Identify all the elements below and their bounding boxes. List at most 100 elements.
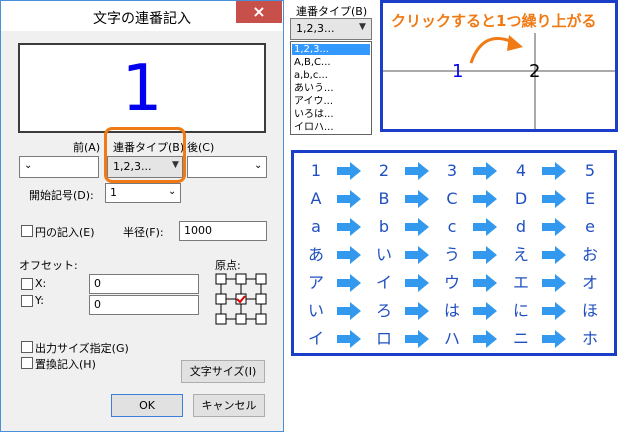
sequence-char: ロ bbox=[375, 329, 392, 348]
char-size-button[interactable]: 文字サイズ(I) bbox=[181, 360, 265, 383]
sequence-char: ハ bbox=[443, 329, 460, 348]
sequence-char: ほ bbox=[581, 301, 598, 320]
close-button[interactable]: × bbox=[236, 1, 282, 23]
right-arrow-icon bbox=[405, 218, 429, 236]
right-arrow-icon bbox=[337, 162, 361, 180]
dropdown-option[interactable]: アイウ... bbox=[292, 96, 370, 107]
dropdown-option[interactable]: イロハ... bbox=[292, 122, 370, 133]
origin-selector[interactable] bbox=[213, 271, 269, 327]
dropdown-option[interactable]: A,B,C... bbox=[292, 57, 370, 68]
right-arrow-icon bbox=[473, 302, 497, 320]
sequence-char: ろ bbox=[375, 301, 392, 320]
start-value: 1 bbox=[110, 186, 117, 199]
output-size-label: 出力サイズ指定(G) bbox=[35, 342, 129, 355]
annotation-drawing bbox=[383, 33, 615, 129]
suffix-label: 後(C) bbox=[187, 141, 215, 154]
right-arrow-icon bbox=[337, 246, 361, 264]
right-arrow-icon bbox=[337, 330, 361, 348]
right-arrow-icon bbox=[473, 218, 497, 236]
right-arrow-icon bbox=[542, 218, 566, 236]
sequence-char: e bbox=[585, 217, 595, 236]
y-input[interactable]: 0 bbox=[89, 295, 199, 315]
right-arrow-icon bbox=[542, 190, 566, 208]
sequence-examples-grid: 12345ABCDEabcdeあいうえおアイウエオいろはにほイロハニホ bbox=[291, 150, 617, 356]
sequence-char: え bbox=[512, 245, 529, 264]
right-arrow-icon bbox=[542, 162, 566, 180]
preview-panel: 1 bbox=[18, 43, 266, 133]
sequence-char: ホ bbox=[581, 329, 598, 348]
chevron-down-icon: ⌄ bbox=[24, 160, 33, 171]
dropdown-list: 1,2,3... A,B,C... a,b,c... あいう... アイウ...… bbox=[290, 41, 372, 135]
sequence-char: に bbox=[512, 301, 529, 320]
replace-label: 置換記入(H) bbox=[35, 358, 96, 371]
sequence-char: イ bbox=[375, 273, 392, 292]
sequence-char: い bbox=[307, 301, 324, 320]
sequence-char: 1 bbox=[310, 161, 322, 180]
output-size-checkbox[interactable] bbox=[21, 341, 33, 353]
sequence-char: E bbox=[584, 189, 596, 208]
sequence-char: い bbox=[375, 245, 392, 264]
sequence-char: a bbox=[311, 217, 321, 236]
x-label: X: bbox=[35, 277, 47, 290]
cancel-button[interactable]: キャンセル bbox=[193, 394, 265, 417]
preview-number: 1 bbox=[121, 52, 163, 126]
y-checkbox[interactable] bbox=[21, 295, 33, 307]
chevron-down-icon: ⌄ bbox=[168, 186, 177, 197]
right-arrow-icon bbox=[473, 274, 497, 292]
right-arrow-icon bbox=[473, 190, 497, 208]
sequence-char: C bbox=[446, 189, 458, 208]
circle-checkbox[interactable] bbox=[21, 225, 33, 237]
right-arrow-icon bbox=[337, 190, 361, 208]
replace-checkbox[interactable] bbox=[21, 357, 33, 369]
dropdown-option[interactable]: a,b,c... bbox=[292, 70, 370, 81]
sequence-char: c bbox=[447, 217, 457, 236]
sequence-char: d bbox=[515, 217, 527, 236]
sequence-char: ウ bbox=[443, 273, 460, 292]
right-arrow-icon bbox=[405, 330, 429, 348]
dropdown-combo[interactable]: 1,2,3... ▼ bbox=[290, 18, 372, 40]
sequence-char: オ bbox=[581, 273, 598, 292]
dropdown-option[interactable]: あいう... bbox=[292, 83, 370, 94]
right-arrow-icon bbox=[405, 190, 429, 208]
sequence-char: 4 bbox=[515, 161, 527, 180]
sequence-char: b bbox=[378, 217, 390, 236]
right-arrow-icon bbox=[337, 274, 361, 292]
chevron-down-icon: ⌄ bbox=[254, 160, 263, 171]
right-arrow-icon bbox=[405, 302, 429, 320]
suffix-combo[interactable]: ⌄ bbox=[187, 156, 267, 178]
dropdown-option[interactable]: 1,2,3... bbox=[292, 44, 370, 55]
right-arrow-icon bbox=[405, 274, 429, 292]
radius-input[interactable]: 1000 bbox=[179, 221, 267, 241]
sequence-char: あ bbox=[307, 245, 324, 264]
right-arrow-icon bbox=[405, 162, 429, 180]
sequence-char: は bbox=[443, 301, 460, 320]
x-checkbox[interactable] bbox=[21, 278, 33, 290]
offset-label: オフセット: bbox=[19, 259, 78, 272]
increment-annotation: クリックすると1つ繰り上がる 1 2 bbox=[380, 0, 618, 132]
circle-label: 円の記入(E) bbox=[35, 226, 95, 239]
right-arrow-icon bbox=[473, 246, 497, 264]
title-bar: 文字の連番記入 × bbox=[1, 1, 283, 31]
prefix-combo[interactable]: ⌄ bbox=[19, 156, 99, 178]
sequence-char: お bbox=[581, 245, 598, 264]
dropdown-option[interactable]: いろは... bbox=[292, 109, 370, 120]
sequence-char: ニ bbox=[512, 329, 529, 348]
right-arrow-icon bbox=[542, 330, 566, 348]
sequence-char: エ bbox=[512, 273, 529, 292]
radius-label: 半径(F): bbox=[123, 226, 164, 239]
sequence-char: 2 bbox=[378, 161, 390, 180]
dropdown-value: 1,2,3... bbox=[296, 22, 335, 35]
y-label: Y: bbox=[35, 294, 44, 307]
prefix-label: 前(A) bbox=[73, 141, 101, 154]
grid-host: 12345ABCDEabcdeあいうえおアイウエオいろはにほイロハニホ bbox=[294, 153, 614, 353]
start-label: 開始記号(D): bbox=[29, 189, 94, 202]
ok-button[interactable]: OK bbox=[111, 394, 183, 417]
right-arrow-icon bbox=[337, 218, 361, 236]
sequence-number-dialog: 文字の連番記入 × 1 前(A) 連番タイプ(B) 後(C) ⌄ 1,2,3..… bbox=[0, 0, 284, 432]
right-arrow-icon bbox=[337, 302, 361, 320]
sequence-char: D bbox=[514, 189, 528, 208]
x-input[interactable]: 0 bbox=[89, 274, 199, 294]
chevron-down-icon: ▼ bbox=[359, 22, 366, 32]
start-combo[interactable]: 1 ⌄ bbox=[105, 183, 181, 203]
seq-type-highlight bbox=[104, 127, 186, 183]
